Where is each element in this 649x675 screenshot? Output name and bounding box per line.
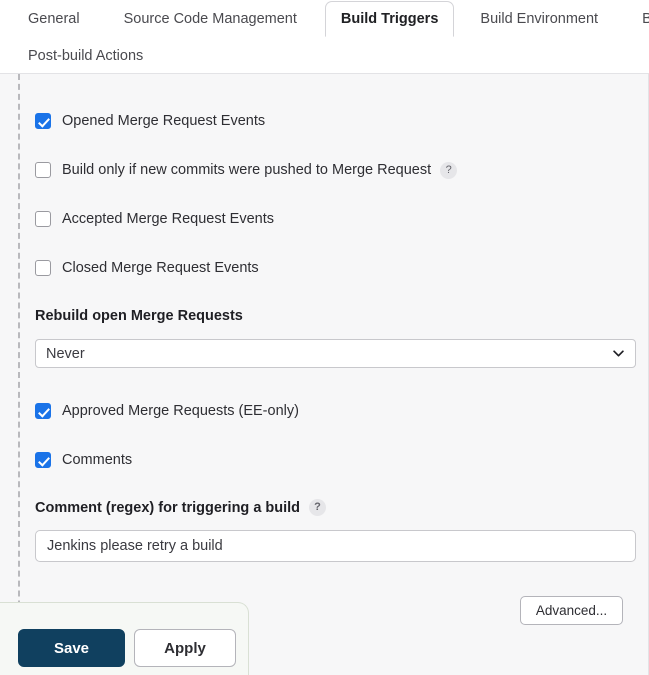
tab-build-environment-label: Build Environment (480, 11, 599, 27)
field-build-only-new-commits[interactable]: Build only if new commits were pushed to… (35, 160, 458, 180)
checkbox-opened-merge-request-events[interactable] (35, 113, 51, 129)
label-comment-regex-text: Comment (regex) for triggering a build (35, 499, 301, 516)
tab-post-build-actions[interactable]: Post-build Actions (12, 38, 159, 74)
chevron-down-icon (613, 350, 624, 357)
field-comments[interactable]: Comments (35, 450, 132, 470)
label-comments: Comments (62, 452, 133, 468)
advanced-button[interactable]: Advanced... (520, 596, 623, 625)
checkbox-approved-merge-requests[interactable] (35, 403, 51, 419)
label-rebuild-open-merge-requests: Rebuild open Merge Requests (35, 308, 243, 324)
save-button[interactable]: Save (18, 629, 125, 667)
select-rebuild-open-merge-requests-value: Never (46, 345, 85, 362)
select-rebuild-open-merge-requests[interactable]: Never (35, 339, 636, 368)
save-button-label: Save (53, 639, 90, 657)
checkbox-build-only-new-commits[interactable] (35, 162, 51, 178)
field-accepted-merge-request-events[interactable]: Accepted Merge Request Events (35, 209, 274, 229)
tab-build-environment[interactable]: Build Environment (464, 1, 614, 37)
tab-post-build-actions-label: Post-build Actions (28, 48, 144, 64)
input-comment-regex-value: Jenkins please retry a build (47, 538, 223, 554)
tab-source-code-management-label: Source Code Management (123, 11, 297, 27)
section-guide-rail (18, 74, 20, 675)
tab-source-code-management[interactable]: Source Code Management (108, 1, 313, 37)
checkbox-comments[interactable] (35, 452, 51, 468)
tab-build-triggers-label: Build Triggers (340, 11, 439, 27)
checkbox-closed-merge-request-events[interactable] (35, 260, 51, 276)
apply-button-label: Apply (164, 639, 206, 657)
label-comment-regex: Comment (regex) for triggering a build ? (35, 499, 327, 516)
label-opened-merge-request-events: Opened Merge Request Events (62, 113, 266, 129)
input-comment-regex[interactable]: Jenkins please retry a build (35, 530, 636, 562)
build-triggers-panel: Opened Merge Request Events Build only i… (0, 73, 649, 675)
tab-row-primary: General Source Code Management Build Tri… (0, 0, 649, 37)
checkbox-accepted-merge-request-events[interactable] (35, 211, 51, 227)
jenkins-job-config-page: General Source Code Management Build Tri… (0, 0, 649, 675)
label-accepted-merge-request-events: Accepted Merge Request Events (62, 211, 274, 227)
tab-general[interactable]: General (12, 1, 96, 37)
label-closed-merge-request-events: Closed Merge Request Events (62, 260, 259, 276)
label-approved-merge-requests: Approved Merge Requests (EE-only) (62, 403, 299, 419)
help-icon-build-only-new-commits[interactable]: ? (440, 161, 458, 179)
field-closed-merge-request-events[interactable]: Closed Merge Request Events (35, 258, 259, 278)
apply-button[interactable]: Apply (134, 629, 236, 667)
config-tab-bar: General Source Code Management Build Tri… (0, 0, 649, 74)
field-opened-merge-request-events[interactable]: Opened Merge Request Events (35, 111, 265, 131)
tab-build-label: Build (642, 11, 649, 27)
help-icon-comment-regex[interactable]: ? (309, 499, 327, 516)
form-action-bar: Save Apply (0, 602, 249, 675)
tab-build[interactable]: Build (626, 1, 649, 37)
tab-general-label: General (28, 11, 80, 27)
tab-build-triggers[interactable]: Build Triggers (324, 1, 455, 37)
field-approved-merge-requests[interactable]: Approved Merge Requests (EE-only) (35, 401, 299, 421)
tab-row-secondary: Post-build Actions (0, 37, 649, 74)
label-build-only-new-commits: Build only if new commits were pushed to… (62, 162, 432, 178)
advanced-button-label: Advanced... (535, 603, 608, 618)
